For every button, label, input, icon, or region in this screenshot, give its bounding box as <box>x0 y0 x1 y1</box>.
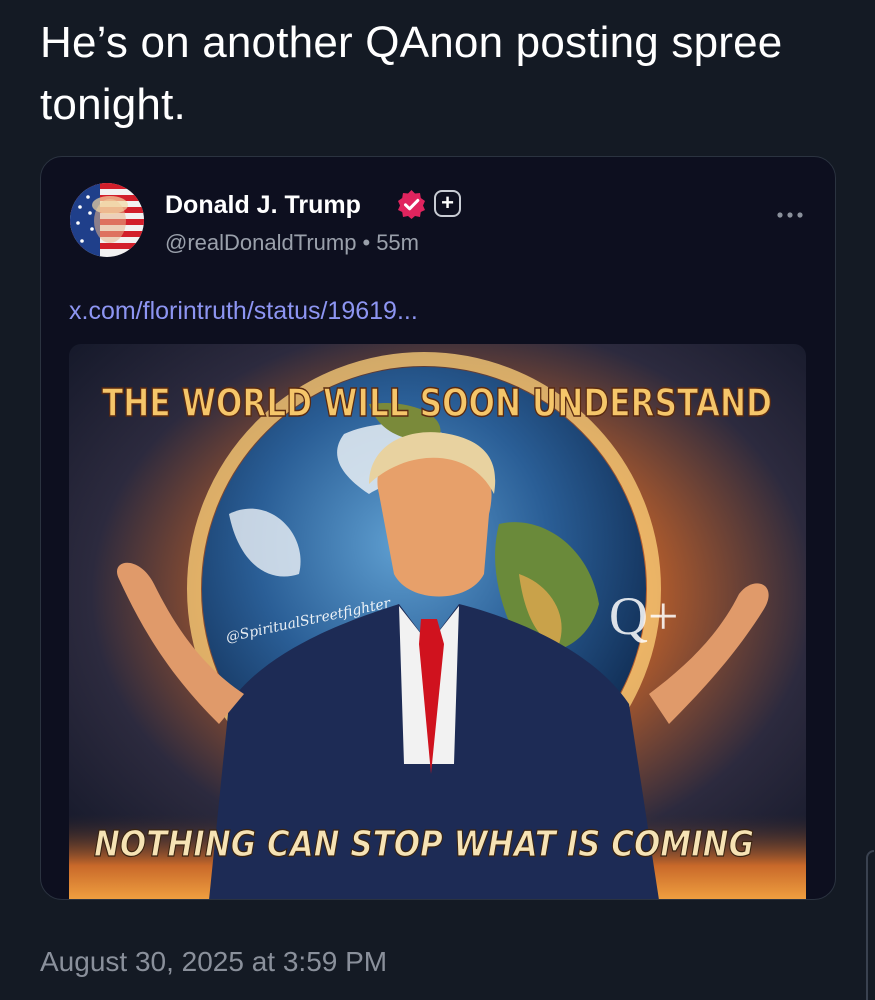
plus-badge-icon: + <box>434 190 461 217</box>
post-image[interactable]: Q+ @SpiritualStreetfighter THE WORLD WIL… <box>69 344 806 899</box>
avatar[interactable] <box>70 183 144 257</box>
post-text: He’s on another QAnon posting spree toni… <box>40 18 783 129</box>
image-bottom-caption: NOTHING CAN STOP WHAT IS COMING <box>94 824 754 865</box>
post-page: He’s on another QAnon posting spree toni… <box>0 0 875 1000</box>
post-timestamp[interactable]: August 30, 2025 at 3:59 PM <box>40 946 387 978</box>
author-name[interactable]: Donald J. Trump <box>165 191 361 220</box>
meta-separator: • <box>362 230 371 255</box>
quoted-post-card[interactable]: Donald J. Trump + @realDonaldTrump • 55m x… <box>40 156 836 900</box>
post-age[interactable]: 55m <box>376 230 419 255</box>
author-meta: @realDonaldTrump • 55m <box>165 230 419 256</box>
post-link[interactable]: x.com/florintruth/status/19619... <box>69 297 418 326</box>
scrollbar[interactable] <box>866 850 874 1000</box>
verified-badge-icon <box>396 189 427 220</box>
more-options-icon[interactable] <box>775 207 805 218</box>
image-top-caption: THE WORLD WILL SOON UNDERSTAND <box>102 381 772 425</box>
q-plus-symbol: Q+ <box>609 586 678 646</box>
author-handle[interactable]: @realDonaldTrump <box>165 230 356 255</box>
